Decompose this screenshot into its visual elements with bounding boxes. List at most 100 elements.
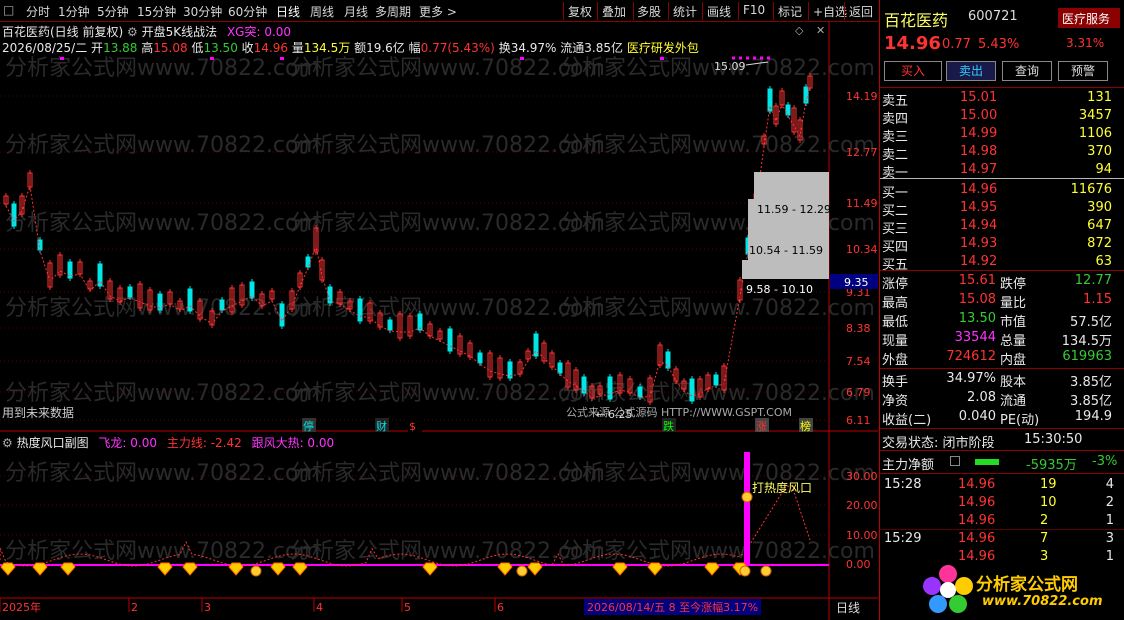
tick-time: 15:28 bbox=[884, 477, 922, 492]
sub-settings-icon[interactable]: ⚙ bbox=[2, 436, 17, 450]
toolbar-action-6[interactable]: 标记 bbox=[778, 3, 802, 20]
toolbar-period-1[interactable]: 1分钟 bbox=[58, 3, 90, 20]
toolbar-action-2[interactable]: 多股 bbox=[637, 3, 661, 20]
event-marker[interactable]: 涨 bbox=[756, 420, 767, 433]
ask-row[interactable]: 卖二 14.98 370 bbox=[880, 143, 1124, 163]
bid-row[interactable]: 买一 14.96 11676 bbox=[880, 181, 1124, 201]
level-price: 14.99 bbox=[960, 126, 998, 141]
ask-row[interactable]: 卖一 14.97 94 bbox=[880, 161, 1124, 181]
bid-row[interactable]: 买二 14.95 390 bbox=[880, 199, 1124, 219]
kline-chart[interactable]: 分析家公式网www.70822.com分析家公式网www.70822.com分析… bbox=[0, 22, 878, 620]
toolbar-action-3[interactable]: 统计 bbox=[673, 3, 697, 20]
tick-count: 3 bbox=[1105, 531, 1114, 546]
ask-row[interactable]: 卖三 14.99 1106 bbox=[880, 125, 1124, 145]
quote-panel: 百花医药 600721 医疗服务 3.31% 14.96 0.77 5.43% … bbox=[879, 0, 1124, 620]
bid-row[interactable]: 买三 14.94 647 bbox=[880, 217, 1124, 237]
high-label: 高 bbox=[141, 41, 154, 55]
formula-source: 公式来源 公式源码 HTTP://WWW.GSPT.COM bbox=[566, 406, 793, 419]
sector-badge[interactable]: 医疗服务 bbox=[1058, 8, 1120, 28]
flow-bar bbox=[975, 459, 999, 465]
sell-button[interactable]: 卖出 bbox=[946, 61, 996, 81]
settings-icon[interactable]: ⚙ bbox=[127, 25, 142, 39]
watermark-text: 分析家公式网www.70822.com bbox=[5, 381, 320, 406]
diamond-signal-icon bbox=[182, 562, 198, 576]
buy-button[interactable]: 买入 bbox=[884, 61, 942, 81]
float-value: 流通3.85亿 bbox=[560, 41, 624, 55]
stat-label: 量比 bbox=[1000, 296, 1027, 311]
toolbar-action-1[interactable]: 叠加 bbox=[602, 3, 626, 20]
heat-label: 打热度风口 bbox=[752, 480, 812, 495]
event-marker[interactable]: 停 bbox=[303, 419, 314, 433]
watermark-text: 分析家公式网www.70822.com bbox=[290, 296, 605, 321]
flow-label: 主力净额 bbox=[882, 458, 935, 473]
candle bbox=[785, 104, 791, 116]
candle bbox=[127, 286, 133, 298]
event-marker[interactable]: $ bbox=[409, 420, 416, 433]
toolbar-action-4[interactable]: 画线 bbox=[707, 3, 731, 20]
diamond-signal-icon bbox=[270, 562, 286, 576]
heat-bar bbox=[744, 452, 750, 564]
x-tick-label: 2 bbox=[131, 601, 138, 614]
candle bbox=[557, 362, 563, 374]
diamond-signal-icon bbox=[497, 562, 513, 576]
candle bbox=[387, 319, 393, 331]
diamond-signal-icon bbox=[704, 562, 720, 576]
low-label: 低 bbox=[191, 41, 204, 55]
toolbar-daily[interactable]: 日线 bbox=[276, 3, 300, 20]
watermark-text: 分析家公式网www.70822.com bbox=[560, 539, 875, 564]
ask-row[interactable]: 卖四 15.00 3457 bbox=[880, 107, 1124, 127]
x-tick-label: 2025年 bbox=[2, 600, 41, 614]
close-icon[interactable]: ✕ bbox=[816, 24, 825, 37]
sub-title[interactable]: 热度风口副图 bbox=[17, 436, 89, 450]
x-tick-label: 3 bbox=[204, 601, 211, 614]
tick-row: 14.96 3 1 bbox=[880, 548, 1124, 566]
sector-pct: 3.31% bbox=[1066, 36, 1105, 50]
stat-row: 涨停 15.61 跌停 12.77 bbox=[880, 272, 1124, 292]
toolbar-period-5[interactable]: 60分钟 bbox=[228, 3, 267, 20]
flow-menu-icon[interactable] bbox=[950, 456, 960, 466]
x-tick-label: 5 bbox=[404, 601, 411, 614]
stat-value: 619963 bbox=[1062, 349, 1112, 364]
event-marker[interactable]: 财 bbox=[376, 419, 387, 433]
toolbar-period-2[interactable]: 5分钟 bbox=[97, 3, 129, 20]
stat-label: 股本 bbox=[1000, 375, 1027, 390]
toolbar-multi[interactable]: 多周期 bbox=[375, 3, 411, 20]
money-bag-icon bbox=[516, 565, 528, 577]
toolbar-period-0[interactable]: 分时 bbox=[26, 3, 50, 20]
bid-row[interactable]: 买四 14.93 872 bbox=[880, 235, 1124, 255]
toolbar-period-4[interactable]: 30分钟 bbox=[183, 3, 222, 20]
range-info: 2026/08/14/五 8 至今涨幅3.17% bbox=[584, 599, 762, 615]
diamond-signal-icon bbox=[228, 562, 244, 576]
stat-value: 0.040 bbox=[958, 409, 996, 424]
level-price: 14.97 bbox=[960, 162, 998, 177]
trade-status: 交易状态: 闭市阶段 bbox=[882, 436, 995, 451]
toolbar-action-7[interactable]: +自选 bbox=[813, 3, 847, 20]
alert-button[interactable]: 预警 bbox=[1058, 61, 1108, 81]
watermark-text: 分析家公式网www.70822.com bbox=[5, 461, 320, 486]
ask-row[interactable]: 卖五 15.01 131 bbox=[880, 89, 1124, 109]
stock-code: 600721 bbox=[968, 9, 1018, 24]
toolbar-action-8[interactable]: 返回 bbox=[849, 3, 873, 20]
indicator-name[interactable]: 开盘5K线战法 bbox=[142, 25, 218, 39]
toolbar-weekly[interactable]: 周线 bbox=[310, 3, 334, 20]
xg-value: XG突: 0.00 bbox=[226, 25, 292, 39]
diamond-icon[interactable]: ◇ bbox=[795, 24, 803, 37]
watermark-text: 分析家公式网www.70822.com bbox=[290, 211, 605, 236]
candle bbox=[607, 376, 613, 400]
period-label[interactable]: 日线 bbox=[836, 599, 860, 616]
toolbar-period-3[interactable]: 15分钟 bbox=[137, 3, 176, 20]
period-toolbar: 分时 1分钟 5分钟 15分钟 30分钟 60分钟 日线 周线 月线 多周期 更多 > □ 复权 叠加 多股… bbox=[0, 0, 878, 22]
bid-row[interactable]: 买五 14.92 63 bbox=[880, 253, 1124, 273]
event-marker[interactable]: 榜 bbox=[800, 419, 811, 433]
event-marker[interactable]: 跌 bbox=[663, 419, 674, 433]
level-volume: 11676 bbox=[1070, 182, 1112, 197]
open-label: 开 bbox=[91, 41, 104, 55]
query-button[interactable]: 查询 bbox=[1002, 61, 1052, 81]
toolbar-monthly[interactable]: 月线 bbox=[344, 3, 368, 20]
toolbar-action-0[interactable]: 复权 bbox=[568, 3, 592, 20]
watermark-text: 分析家公式网www.70822.com bbox=[560, 296, 875, 321]
toolbar-action-5[interactable]: F10 bbox=[743, 3, 765, 17]
sector-name[interactable]: 医疗研发外包 bbox=[627, 41, 699, 55]
toolbar-more[interactable]: 更多 > bbox=[419, 3, 457, 20]
candle bbox=[11, 203, 17, 227]
